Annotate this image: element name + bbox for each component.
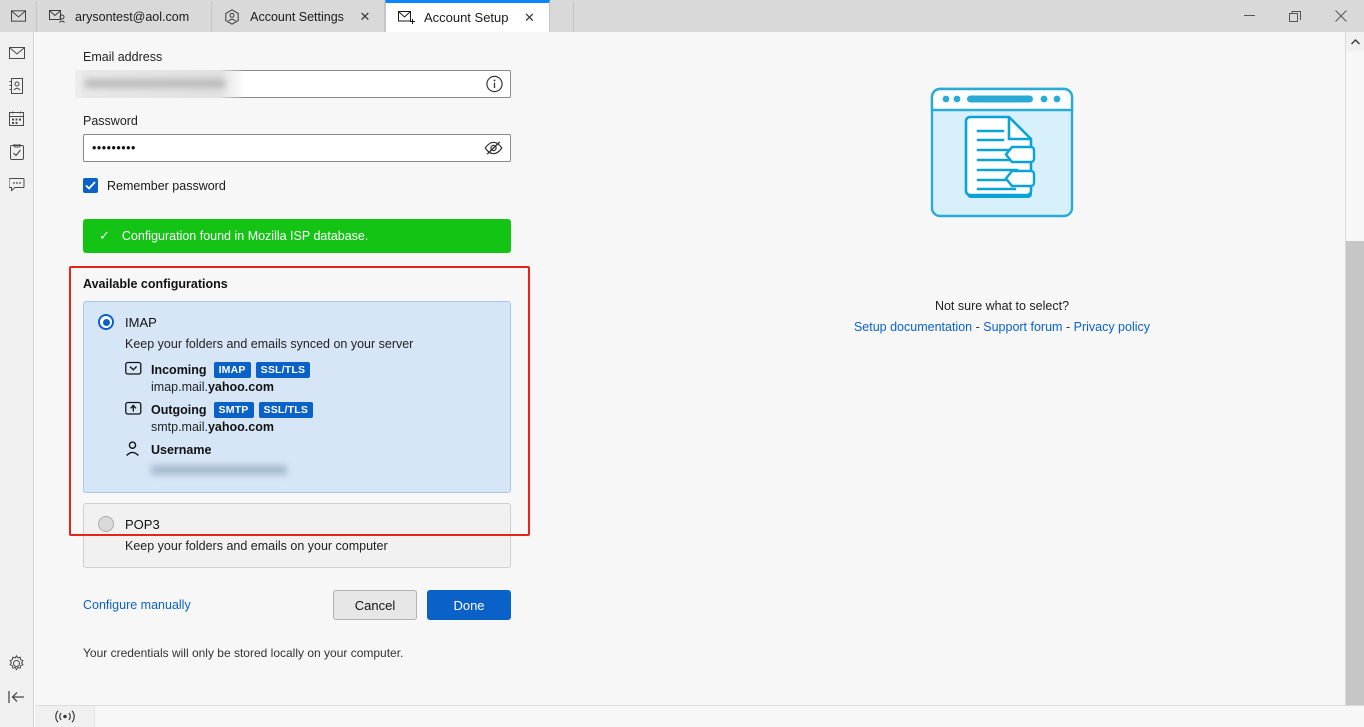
tab-account-setup[interactable]: Account Setup ✕ — [385, 0, 550, 32]
support-forum-link[interactable]: Support forum — [983, 320, 1062, 334]
app-mail-icon — [0, 0, 36, 32]
done-button[interactable]: Done — [427, 590, 511, 620]
incoming-server-row: Incoming IMAP SSL/TLS — [125, 361, 496, 378]
config-option-imap[interactable]: IMAP Keep your folders and emails synced… — [83, 301, 511, 493]
tab-label: arysontest@aol.com — [75, 10, 189, 24]
pop3-label: POP3 — [125, 517, 160, 532]
eye-slash-icon[interactable] — [484, 141, 503, 156]
close-icon[interactable]: ✕ — [356, 8, 374, 26]
setup-pane: Email address Password — [35, 32, 1329, 705]
close-icon[interactable] — [1318, 0, 1364, 32]
setup-form: Email address Password — [35, 32, 675, 705]
remember-password-row[interactable]: Remember password — [83, 178, 675, 193]
sidebar-item-chat[interactable] — [0, 168, 34, 201]
cancel-button[interactable]: Cancel — [333, 590, 417, 620]
username-label: Username — [151, 443, 211, 457]
sidebar-item-settings[interactable] — [0, 647, 34, 680]
tab-account-settings[interactable]: Account Settings ✕ — [212, 1, 385, 32]
imap-radio-button[interactable] — [98, 314, 114, 330]
remember-password-checkbox[interactable] — [83, 178, 98, 193]
incoming-security-chip: SSL/TLS — [256, 362, 311, 378]
info-icon[interactable] — [486, 76, 503, 93]
password-input[interactable] — [83, 134, 511, 162]
help-panel: Not sure what to select? Setup documenta… — [675, 32, 1329, 705]
scrollbar-thumb[interactable] — [1346, 51, 1364, 241]
mail-account-icon — [49, 9, 67, 25]
outgoing-host-domain: yahoo.com — [208, 420, 274, 434]
outgoing-hostname: smtp.mail.yahoo.com — [151, 420, 496, 434]
help-links: Setup documentation - Support forum - Pr… — [854, 320, 1150, 334]
action-row: Configure manually Cancel Done — [83, 590, 511, 620]
imap-label: IMAP — [125, 315, 157, 330]
incoming-label: Incoming — [151, 363, 207, 377]
account-settings-icon — [224, 9, 242, 25]
configuration-found-notice: ✓ Configuration found in Mozilla ISP dat… — [83, 219, 511, 253]
notice-text: Configuration found in Mozilla ISP datab… — [122, 229, 368, 243]
link-separator: - — [976, 320, 980, 334]
account-setup-window: arysontest@aol.com Account Settings ✕ — [0, 0, 1364, 727]
close-icon[interactable]: ✕ — [521, 9, 539, 27]
email-field-row — [83, 70, 511, 98]
outgoing-protocol-chip: SMTP — [214, 402, 254, 418]
setup-documentation-link[interactable]: Setup documentation — [854, 320, 972, 334]
incoming-hostname: imap.mail.yahoo.com — [151, 380, 496, 394]
tabstrip: arysontest@aol.com Account Settings ✕ — [36, 0, 574, 32]
sidebar-item-address-book[interactable] — [0, 69, 34, 102]
outgoing-mail-icon — [125, 401, 142, 418]
password-label: Password — [83, 114, 675, 128]
tab-account-mail[interactable]: arysontest@aol.com — [36, 1, 212, 32]
left-sidebar — [0, 32, 34, 727]
vertical-scrollbar[interactable] — [1345, 32, 1364, 727]
imap-description: Keep your folders and emails synced on y… — [125, 337, 496, 351]
incoming-host-domain: yahoo.com — [208, 380, 274, 394]
config-option-pop3[interactable]: POP3 Keep your folders and emails on you… — [83, 503, 511, 568]
titlebar: arysontest@aol.com Account Settings ✕ — [0, 0, 1364, 32]
maximize-icon[interactable] — [1272, 0, 1318, 32]
password-field-row — [83, 134, 511, 162]
document-window-illustration — [924, 76, 1080, 237]
person-icon — [125, 441, 142, 458]
mail-add-icon — [398, 10, 416, 26]
check-icon: ✓ — [99, 228, 110, 244]
help-title: Not sure what to select? — [935, 299, 1069, 313]
statusbar — [35, 705, 1364, 727]
help-content: Not sure what to select? Setup documenta… — [675, 50, 1329, 334]
scroll-up-icon[interactable] — [1346, 32, 1364, 51]
sidebar-item-collapse[interactable] — [0, 680, 34, 713]
available-configurations-title: Available configurations — [83, 277, 675, 291]
statusbar-empty-area — [95, 706, 1364, 727]
configure-manually-link[interactable]: Configure manually — [83, 598, 191, 612]
incoming-host-prefix: imap.mail. — [151, 380, 208, 394]
username-row: Username — [125, 441, 496, 458]
minimize-icon[interactable] — [1226, 0, 1272, 32]
pop3-description: Keep your folders and emails on your com… — [125, 539, 496, 553]
connection-icon[interactable] — [35, 706, 95, 727]
outgoing-security-chip: SSL/TLS — [259, 402, 314, 418]
tab-label: Account Setup — [424, 10, 509, 25]
outgoing-label: Outgoing — [151, 403, 207, 417]
titlebar-drag-area — [574, 0, 1227, 32]
credentials-footnote: Your credentials will only be stored loc… — [83, 646, 675, 660]
pop3-radio-row[interactable]: POP3 — [98, 516, 496, 532]
sidebar-item-mail[interactable] — [0, 36, 34, 69]
window-controls — [1226, 0, 1364, 32]
tab-new-placeholder — [550, 1, 574, 32]
email-input[interactable] — [83, 70, 511, 98]
remember-password-label: Remember password — [107, 179, 226, 193]
pop3-radio-button[interactable] — [98, 516, 114, 532]
account-setup-content: Email address Password — [35, 32, 1345, 705]
sidebar-item-tasks[interactable] — [0, 135, 34, 168]
sidebar-item-calendar[interactable] — [0, 102, 34, 135]
incoming-mail-icon — [125, 361, 142, 378]
privacy-policy-link[interactable]: Privacy policy — [1074, 320, 1150, 334]
tab-label: Account Settings — [250, 10, 344, 24]
email-label: Email address — [83, 50, 675, 64]
outgoing-host-prefix: smtp.mail. — [151, 420, 208, 434]
outgoing-server-row: Outgoing SMTP SSL/TLS — [125, 401, 496, 418]
imap-radio-row[interactable]: IMAP — [98, 314, 496, 330]
username-redaction-overlay — [151, 464, 291, 476]
link-separator: - — [1066, 320, 1070, 334]
incoming-protocol-chip: IMAP — [214, 362, 251, 378]
